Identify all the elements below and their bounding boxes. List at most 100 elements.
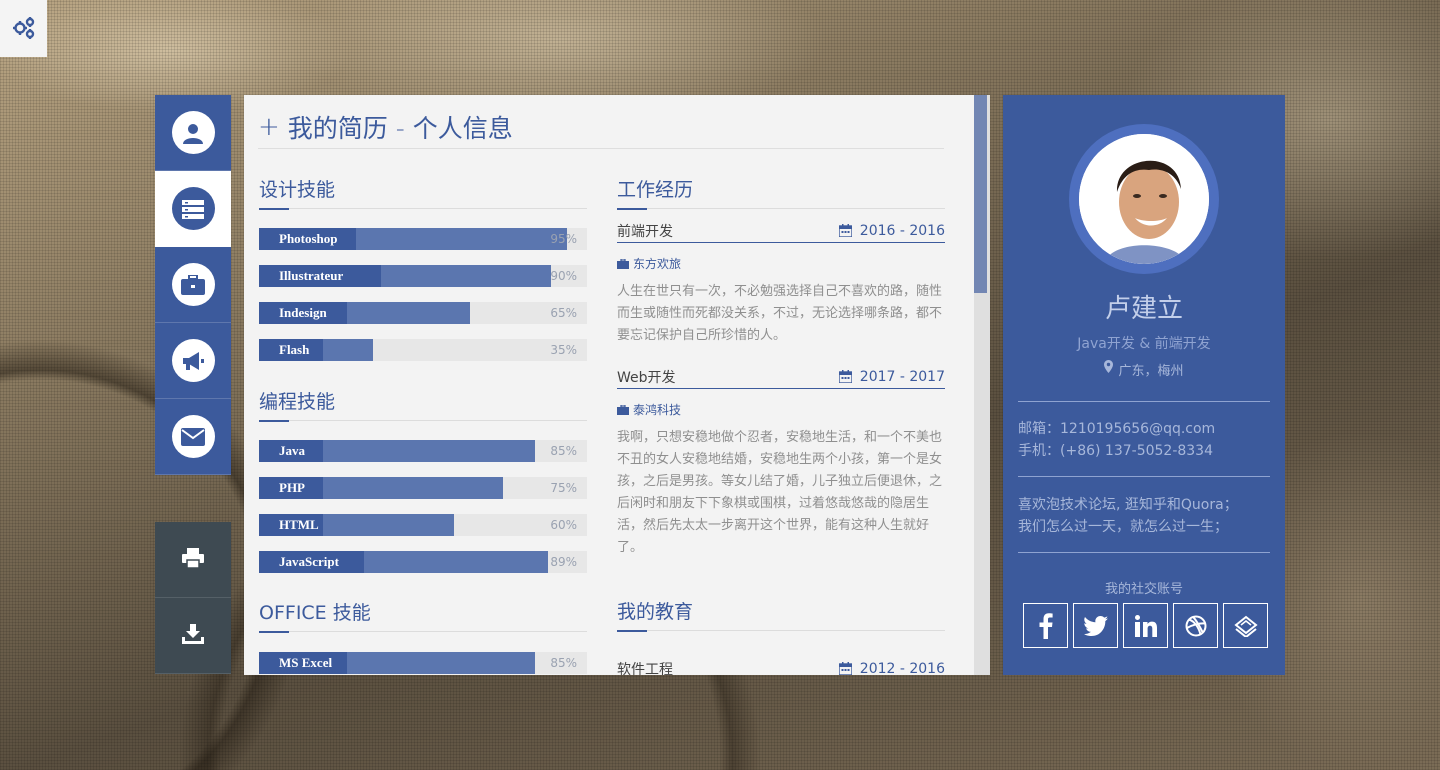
- profile-card: 卢建立 Java开发 & 前端开发 广东，梅州 邮箱：1210195656@qq…: [1003, 95, 1285, 675]
- skill-percent: 95%: [550, 232, 577, 246]
- nav-item-announce[interactable]: [155, 323, 231, 399]
- education-item: 软件工程 2012 - 2016: [617, 657, 945, 675]
- skill-label: MS Excel: [259, 652, 347, 674]
- page-title-text: 我的简历 - 个人信息: [287, 113, 513, 143]
- skill-percent: 89%: [550, 555, 577, 569]
- skill-percent: 65%: [550, 306, 577, 320]
- education-title: 我的教育: [617, 601, 694, 623]
- calendar-icon: [838, 370, 852, 383]
- twitter-button[interactable]: [1073, 603, 1118, 648]
- education-heading: 我的教育: [617, 597, 945, 632]
- skill-bar: Photoshop 95%: [259, 228, 587, 250]
- divider: [1018, 476, 1270, 477]
- skill-percent: 35%: [550, 343, 577, 357]
- heading-underline: [259, 208, 289, 210]
- resume-panel: + 我的简历 - 个人信息 设计技能 Photoshop 95% Illustrat…: [244, 95, 990, 675]
- envelope-icon: [171, 415, 215, 458]
- design-skills-title: 设计技能: [259, 179, 336, 201]
- skill-bar: Illustrateur 90%: [259, 265, 587, 287]
- heading-underline: [617, 630, 647, 632]
- avatar-ring: [1069, 124, 1219, 274]
- nav-item-work[interactable]: [155, 247, 231, 323]
- settings-button[interactable]: [0, 0, 47, 57]
- office-skills-heading: OFFICE 技能: [259, 598, 587, 633]
- skill-bar: Flash 35%: [259, 339, 587, 361]
- skill-label: PHP: [259, 477, 323, 499]
- user-icon: [171, 111, 215, 154]
- scrollbar-thumb[interactable]: [974, 95, 987, 293]
- profile-email[interactable]: 邮箱：1210195656@qq.com: [1018, 418, 1215, 438]
- stack-button[interactable]: [1223, 603, 1268, 648]
- skill-percent: 75%: [550, 481, 577, 495]
- page-title: + 我的简历 - 个人信息: [258, 105, 944, 149]
- location-text: 广东，梅州: [1118, 364, 1184, 379]
- gears-icon: [11, 14, 37, 44]
- skill-label: Java: [259, 440, 323, 462]
- download-button[interactable]: [155, 598, 231, 674]
- social-links: [1023, 603, 1268, 648]
- twitter-icon: [1083, 615, 1108, 636]
- job-role: Web开发: [617, 369, 676, 386]
- skill-percent: 60%: [550, 518, 577, 532]
- profile-bio-line: 我们怎么过一天，就怎么过一生；: [1018, 519, 1228, 535]
- nav-item-contact[interactable]: [155, 399, 231, 475]
- scrollbar[interactable]: [974, 95, 990, 675]
- skill-bar: JavaScript 89%: [259, 551, 587, 573]
- facebook-button[interactable]: [1023, 603, 1068, 648]
- programming-skills-heading: 编程技能: [259, 387, 587, 422]
- job-date: 2017 - 2017: [838, 369, 945, 385]
- work-heading: 工作经历: [617, 175, 945, 210]
- dribbble-button[interactable]: [1173, 603, 1218, 648]
- job-company: 东方欢旅: [617, 255, 945, 272]
- company-name: 泰鸿科技: [633, 403, 682, 417]
- avatar: [1079, 134, 1209, 264]
- nav-item-resume[interactable]: [155, 171, 231, 247]
- stack-icon: [1233, 615, 1258, 637]
- linkedin-button[interactable]: [1123, 603, 1168, 648]
- social-title: 我的社交账号: [1104, 582, 1183, 597]
- education-header: 软件工程 2012 - 2016: [617, 657, 945, 675]
- job-header: 前端开发 2016 - 2016: [617, 219, 945, 243]
- job-item: Web开发 2017 - 2017 泰鸿科技 我啊，只想安稳地做个忍者，安稳地生…: [617, 365, 945, 559]
- nav-item-profile[interactable]: [155, 95, 231, 171]
- job-header: Web开发 2017 - 2017: [617, 365, 945, 389]
- job-role: 前端开发: [617, 223, 673, 240]
- skill-label: Photoshop: [259, 228, 356, 250]
- side-nav: [155, 95, 231, 475]
- education-date: 2012 - 2016: [838, 660, 945, 676]
- briefcase-icon: [171, 263, 215, 306]
- job-company: 泰鸿科技: [617, 401, 945, 418]
- job-description: 我啊，只想安稳地做个忍者，安稳地生活，和一个不美也不丑的女人安稳地结婚，安稳地生…: [617, 430, 943, 555]
- profile-bio-line: 喜欢泡技术论坛, 逛知乎和Quora；: [1018, 497, 1238, 513]
- skill-label: Flash: [259, 339, 323, 361]
- skill-bar: HTML 60%: [259, 514, 587, 536]
- skill-bar: MS Excel 85%: [259, 652, 587, 674]
- job-date-text: 2016 - 2016: [859, 222, 945, 239]
- skill-label: Illustrateur: [259, 265, 381, 287]
- list-icon: [171, 187, 215, 230]
- job-item: 前端开发 2016 - 2016 东方欢旅 人生在世只有一次，不必勉强选择自己不…: [617, 219, 945, 347]
- skill-label: JavaScript: [259, 551, 364, 573]
- dribbble-icon: [1185, 615, 1206, 636]
- heading-underline: [617, 208, 647, 210]
- skill-label: HTML: [259, 514, 323, 536]
- print-button[interactable]: [155, 522, 231, 598]
- megaphone-icon: [171, 339, 215, 382]
- skill-percent: 90%: [550, 269, 577, 283]
- briefcase-icon: [617, 258, 629, 269]
- map-marker-icon: [1104, 360, 1114, 373]
- plus-icon[interactable]: +: [258, 112, 280, 142]
- tool-nav: [155, 522, 231, 674]
- skill-bar: PHP 75%: [259, 477, 587, 499]
- linkedin-icon: [1134, 614, 1157, 637]
- company-name: 东方欢旅: [633, 257, 682, 271]
- job-description: 人生在世只有一次，不必勉强选择自己不喜欢的路，随性而生或随性而死都没关系，不过，…: [617, 284, 943, 343]
- education-date-text: 2012 - 2016: [859, 660, 945, 676]
- profile-location: 广东，梅州: [1003, 360, 1285, 379]
- download-icon: [182, 623, 204, 648]
- facebook-icon: [1039, 612, 1053, 639]
- skill-bar: Indesign 65%: [259, 302, 587, 324]
- briefcase-icon: [617, 404, 629, 415]
- education-major: 软件工程: [617, 661, 673, 676]
- profile-phone: 手机：(+86) 137-5052-8334: [1018, 443, 1214, 459]
